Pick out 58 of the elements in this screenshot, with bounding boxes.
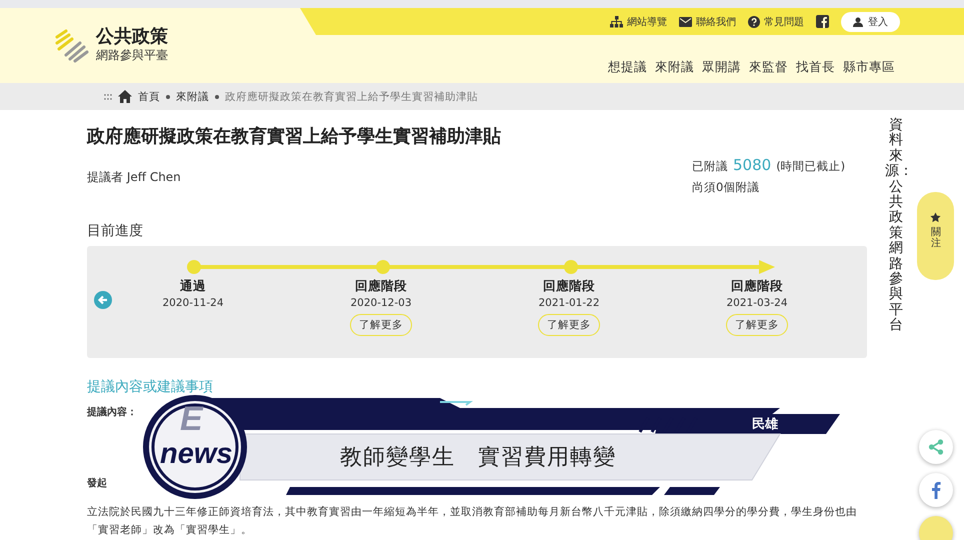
site-subtitle: 網路參與平臺: [96, 47, 168, 64]
seconded-count: 5080: [733, 156, 772, 174]
news-logo-text: news: [160, 440, 233, 469]
stage-name: 回應階段: [355, 278, 407, 295]
proposal-title: 政府應研擬政策在教育實習上給予學生實習補助津貼: [87, 125, 502, 148]
breadcrumb-link[interactable]: 來附議: [176, 90, 209, 104]
nav-link[interactable]: 找首長: [796, 59, 835, 76]
news-headline: 教師變學生 實習費用轉變: [340, 444, 616, 472]
follow-button[interactable]: 關注: [917, 192, 954, 280]
remaining-text: 尚須0個附議: [692, 180, 760, 195]
breadcrumb-link[interactable]: 政府應研擬政策在教育實習上給予學生實習補助津貼: [225, 90, 478, 104]
nav-link[interactable]: 想提議: [608, 59, 647, 76]
faq-link[interactable]: 常見問題: [748, 14, 804, 28]
learn-more-button[interactable]: 了解更多: [350, 314, 412, 336]
separator-icon: [166, 94, 170, 98]
separator-icon: [215, 94, 219, 98]
facebook-icon[interactable]: [816, 15, 829, 28]
stage-date: 2021-03-24: [726, 297, 788, 309]
stage-date: 2021-01-22: [538, 297, 600, 309]
sitemap-link[interactable]: 網站導覽: [610, 14, 667, 28]
status-text: (時間已截止): [776, 159, 846, 174]
stage-name: 回應階段: [543, 278, 595, 295]
facebook-icon: [930, 481, 941, 499]
stage-name: 回應階段: [731, 278, 783, 295]
stage-date: 2020-12-03: [350, 297, 412, 309]
location-tag: 民雄: [752, 415, 778, 433]
site-title[interactable]: 公共政策: [96, 26, 168, 48]
sitemap-icon: [610, 16, 623, 28]
nav-link[interactable]: 眾開講: [702, 59, 741, 76]
mail-icon: [679, 16, 692, 26]
home-icon: [118, 90, 132, 103]
star-icon: [930, 212, 942, 223]
learn-more-button[interactable]: 了解更多: [538, 314, 600, 336]
stage-name: 通過: [180, 278, 206, 295]
share-button[interactable]: [918, 430, 953, 464]
logo-letter: E: [180, 402, 203, 436]
hands-logo-icon: [54, 28, 90, 62]
share-icon: [928, 439, 944, 455]
contact-link[interactable]: 聯絡我們: [679, 14, 736, 28]
nav-link[interactable]: 來監督: [749, 59, 788, 76]
breadcrumb-link[interactable]: 首頁: [138, 90, 160, 104]
facebook-share-button[interactable]: [918, 473, 953, 507]
stage-date: 2020-11-24: [162, 297, 224, 309]
learn-more-button[interactable]: 了解更多: [726, 314, 788, 336]
dots-icon: [104, 94, 112, 100]
background-label: 發起: [87, 476, 107, 490]
nav-link[interactable]: 來附議: [655, 59, 694, 76]
login-button[interactable]: 登入: [841, 12, 900, 32]
help-icon: [748, 16, 760, 28]
user-icon: [853, 16, 863, 26]
section-heading: 提議內容或建議事項: [87, 378, 214, 396]
content-label: 提議內容：: [87, 405, 137, 419]
seconded-label: 已附議: [692, 159, 728, 174]
nav-link[interactable]: 縣市專區: [843, 59, 895, 76]
background-paragraph: 立法院於民國九十三年修正師資培育法，其中教育實習由一年縮短為半年，並取消教育部補助每月新台幣八千元津貼，除須繳納四學分的學分費，學生身份也由「實習老師」改為「實習學生」。: [87, 505, 858, 538]
progress-heading: 目前進度: [87, 222, 144, 240]
source-caption: 資料來源：公共政策網路參與平台: [885, 118, 908, 334]
proposer-name: 提議者 Jeff Chen: [87, 169, 181, 186]
